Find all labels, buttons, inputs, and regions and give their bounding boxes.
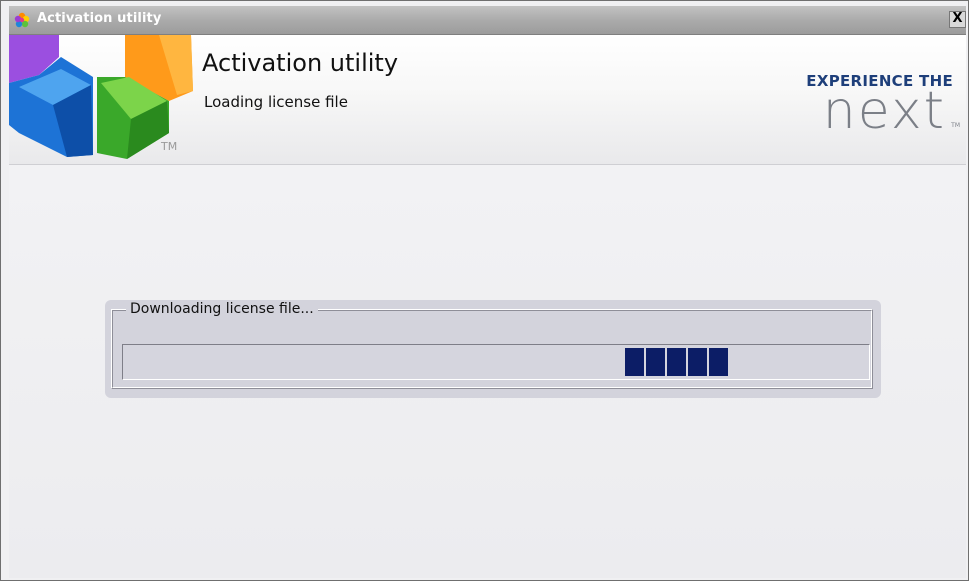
progress-block xyxy=(709,348,728,376)
brand-wordmark: next xyxy=(822,81,946,141)
download-panel: Downloading license file... xyxy=(105,300,881,398)
progress-block xyxy=(625,348,644,376)
progress-marquee xyxy=(625,348,728,376)
brand-trademark: TM xyxy=(951,122,960,129)
groupbox-label: Downloading license file... xyxy=(126,301,318,317)
progress-block xyxy=(646,348,665,376)
main-content: Downloading license file... xyxy=(9,165,966,578)
close-button[interactable]: X xyxy=(949,11,966,28)
page-subtitle: Loading license file xyxy=(204,93,348,111)
app-flower-icon xyxy=(14,12,30,28)
progress-block xyxy=(688,348,707,376)
activation-window: Activation utility X TM Activation utili… xyxy=(0,0,969,581)
page-title: Activation utility xyxy=(202,49,399,77)
header-banner: TM Activation utility Loading license fi… xyxy=(9,35,966,165)
download-groupbox: Downloading license file... xyxy=(111,301,873,389)
progress-block xyxy=(667,348,686,376)
window-title: Activation utility xyxy=(37,11,162,26)
progress-bar xyxy=(122,344,870,380)
logo-trademark: TM xyxy=(161,140,178,153)
title-bar[interactable]: Activation utility X xyxy=(9,6,966,35)
